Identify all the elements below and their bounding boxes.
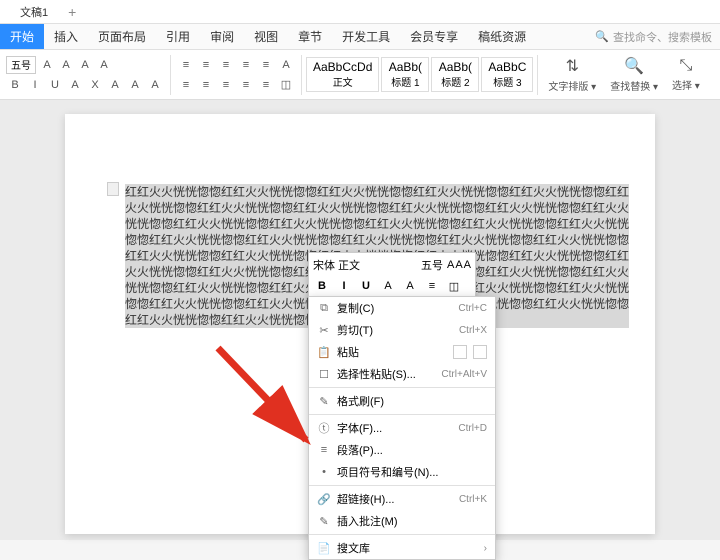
menu-tab-5[interactable]: 视图 <box>244 24 288 49</box>
ctx-item-12[interactable]: ✎插入批注(M) <box>309 510 495 532</box>
ctx-icon: ⧉ <box>315 302 333 315</box>
context-menu: ⧉复制(C)Ctrl+C✂剪切(T)Ctrl+X📋粘贴☐选择性粘贴(S)...C… <box>308 296 496 560</box>
para-bot-icon-2[interactable]: ≡ <box>217 76 235 94</box>
paste-option-icon[interactable] <box>473 345 487 359</box>
mini-r2-icon-6[interactable]: ◫ <box>445 277 463 295</box>
ctx-icon: ✂ <box>315 324 333 337</box>
para-top-icon-3[interactable]: ≡ <box>237 56 255 74</box>
menu-tab-4[interactable]: 审阅 <box>200 24 244 49</box>
para-bot-icon-0[interactable]: ≡ <box>177 76 195 94</box>
mini-r2-icon-5[interactable]: ≡ <box>423 277 441 295</box>
new-tab-button[interactable]: + <box>68 4 76 20</box>
ribbon-right-icon: ⤡ <box>680 57 693 75</box>
font-style-icon-1[interactable]: I <box>26 76 44 94</box>
title-bar: 文稿1 + <box>0 0 720 24</box>
ctx-item-9[interactable]: •项目符号和编号(N)... <box>309 461 495 483</box>
ctx-icon: • <box>315 466 333 478</box>
ribbon-right-1[interactable]: 🔍查找替换 ▾ <box>604 56 664 93</box>
font-style-icon-3[interactable]: A <box>66 76 84 94</box>
para-top-icon-1[interactable]: ≡ <box>197 56 215 74</box>
ctx-icon: 📋 <box>315 346 333 359</box>
menu-bar: 开始插入页面布局引用审阅视图章节开发工具会员专享稿纸资源 🔍查找命令、搜索模板 <box>0 24 720 50</box>
ribbon-right-0[interactable]: ⇅文字排版 ▾ <box>542 56 602 93</box>
menu-separator <box>309 387 495 388</box>
ctx-item-11[interactable]: 🔗超链接(H)...Ctrl+K <box>309 488 495 510</box>
ctx-item-3[interactable]: ☐选择性粘贴(S)...Ctrl+Alt+V <box>309 363 495 385</box>
mini-r2-icon-2[interactable]: U <box>357 277 375 295</box>
font-style-icon-6[interactable]: A <box>126 76 144 94</box>
mini-font-name[interactable]: 宋体 正文 <box>313 257 417 273</box>
font-style-icon-5[interactable]: A <box>106 76 124 94</box>
menu-tab-8[interactable]: 会员专享 <box>400 24 468 49</box>
ctx-item-0[interactable]: ⧉复制(C)Ctrl+C <box>309 297 495 319</box>
ctx-item-14[interactable]: 📄搜文库› <box>309 537 495 559</box>
font-style-icon-0[interactable]: B <box>6 76 24 94</box>
format-icon-3[interactable]: A <box>95 56 113 74</box>
search-icon: 🔍 <box>595 30 609 43</box>
mini-r1-icon-1[interactable]: A <box>455 259 462 271</box>
paste-option-icon[interactable] <box>453 345 467 359</box>
mini-font-size[interactable]: 五号 <box>421 257 443 273</box>
ribbon-right-icon: ⇅ <box>566 56 579 76</box>
ctx-item-2[interactable]: 📋粘贴 <box>309 341 495 363</box>
ctx-icon: ✎ <box>315 395 333 408</box>
format-icon-2[interactable]: A <box>76 56 94 74</box>
command-search[interactable]: 🔍查找命令、搜索模板 <box>587 24 720 49</box>
menu-separator <box>309 414 495 415</box>
ctx-icon: 📄 <box>315 542 333 555</box>
ctx-icon: 🔗 <box>315 493 333 506</box>
menu-separator <box>309 534 495 535</box>
mini-r1-icon-0[interactable]: A <box>447 259 454 271</box>
menu-tab-7[interactable]: 开发工具 <box>332 24 400 49</box>
mini-toolbar: 宋体 正文 五号 AAA BIUAA≡◫ <box>308 252 476 300</box>
ribbon-right-2[interactable]: ⤡选择 ▾ <box>666 57 706 92</box>
format-icon-1[interactable]: A <box>57 56 75 74</box>
mini-r1-icon-2[interactable]: A <box>464 259 471 271</box>
ribbon-right-icon: 🔍 <box>624 56 644 76</box>
para-bot-icon-3[interactable]: ≡ <box>237 76 255 94</box>
para-top-icon-4[interactable]: ≡ <box>257 56 275 74</box>
para-bot-icon-4[interactable]: ≡ <box>257 76 275 94</box>
menu-tab-9[interactable]: 稿纸资源 <box>468 24 536 49</box>
menu-separator <box>309 485 495 486</box>
style-1[interactable]: AaBb(标题 1 <box>381 57 429 92</box>
para-bot-icon-5[interactable]: ◫ <box>277 76 295 94</box>
menu-tab-2[interactable]: 页面布局 <box>88 24 156 49</box>
ribbon: 五号 AAAA BIUAXAAA ≡≡≡≡≡A ≡≡≡≡≡◫ AaBbCcDd正… <box>0 50 720 100</box>
style-2[interactable]: AaBb(标题 2 <box>431 57 479 92</box>
para-top-icon-5[interactable]: A <box>277 56 295 74</box>
mini-r2-icon-4[interactable]: A <box>401 277 419 295</box>
paragraph-marker-icon <box>107 182 119 196</box>
para-bot-icon-1[interactable]: ≡ <box>197 76 215 94</box>
menu-tab-6[interactable]: 章节 <box>288 24 332 49</box>
font-style-icon-7[interactable]: A <box>146 76 164 94</box>
ctx-icon: ≡ <box>315 444 333 456</box>
style-0[interactable]: AaBbCcDd正文 <box>306 57 379 92</box>
format-icon-0[interactable]: A <box>38 56 56 74</box>
menu-tab-3[interactable]: 引用 <box>156 24 200 49</box>
para-top-icon-2[interactable]: ≡ <box>217 56 235 74</box>
font-size-select[interactable]: 五号 <box>6 56 36 74</box>
ctx-icon: ✎ <box>315 515 333 528</box>
doc-tab[interactable]: 文稿1 <box>8 0 60 23</box>
ctx-item-1[interactable]: ✂剪切(T)Ctrl+X <box>309 319 495 341</box>
ctx-item-8[interactable]: ≡段落(P)... <box>309 439 495 461</box>
style-3[interactable]: AaBbC标题 3 <box>481 57 533 92</box>
ctx-item-7[interactable]: ⓣ字体(F)...Ctrl+D <box>309 417 495 439</box>
mini-r2-icon-3[interactable]: A <box>379 277 397 295</box>
ctx-icon: ☐ <box>315 368 333 381</box>
menu-tab-1[interactable]: 插入 <box>44 24 88 49</box>
mini-r2-icon-1[interactable]: I <box>335 277 353 295</box>
para-top-icon-0[interactable]: ≡ <box>177 56 195 74</box>
font-style-icon-4[interactable]: X <box>86 76 104 94</box>
font-style-icon-2[interactable]: U <box>46 76 64 94</box>
ctx-icon: ⓣ <box>315 420 333 436</box>
mini-r2-icon-0[interactable]: B <box>313 277 331 295</box>
ctx-item-5[interactable]: ✎格式刷(F) <box>309 390 495 412</box>
menu-tab-0[interactable]: 开始 <box>0 24 44 49</box>
